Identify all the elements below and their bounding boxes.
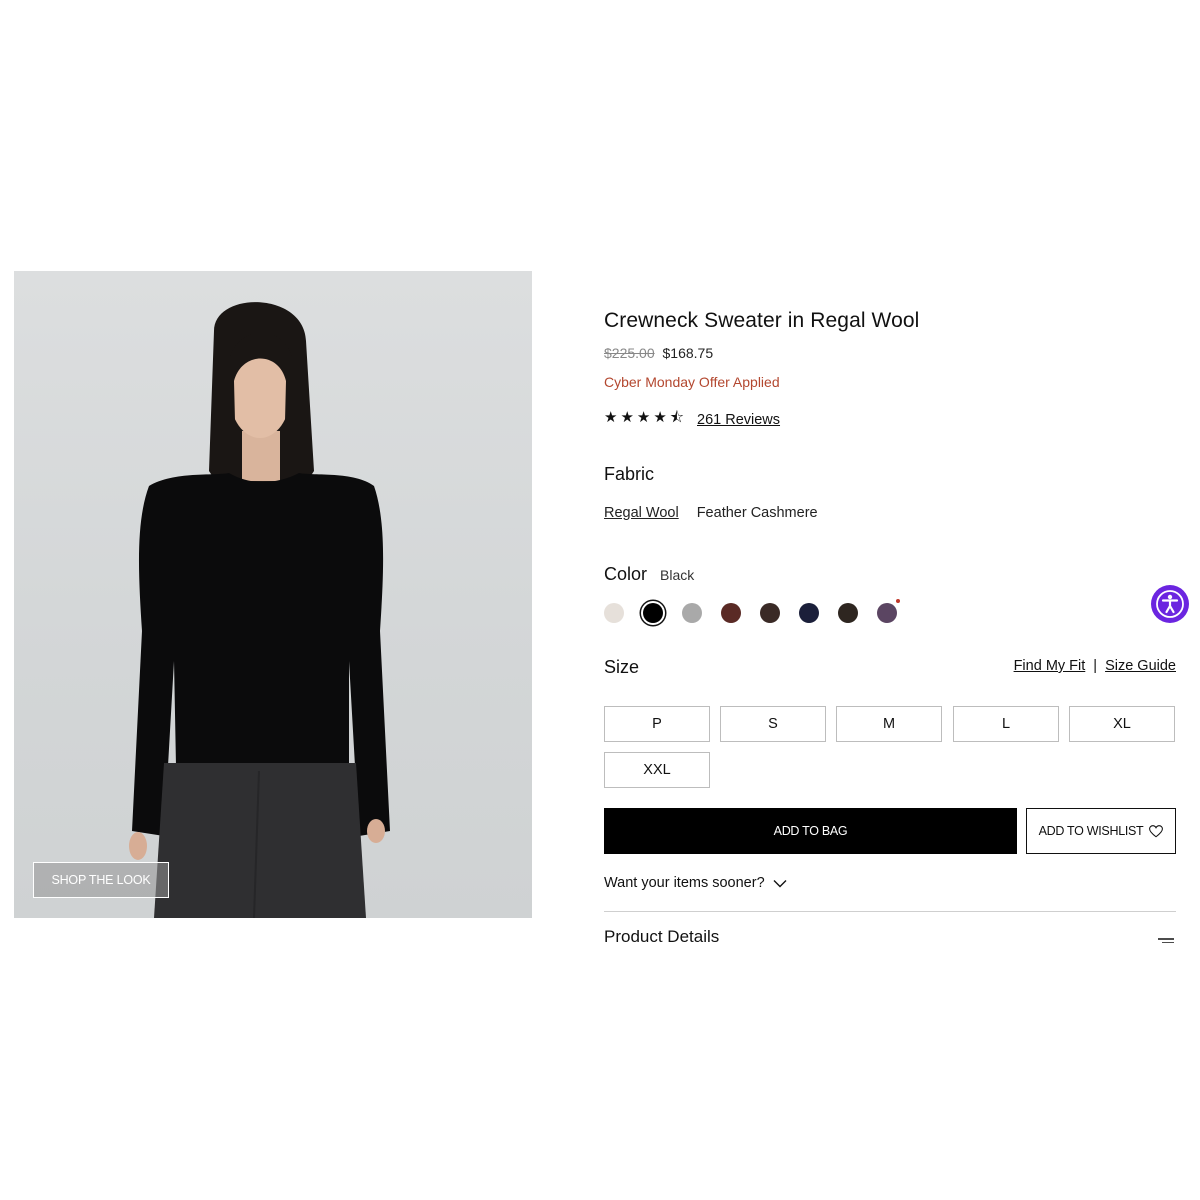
new-indicator-dot — [896, 599, 900, 603]
sale-price: $168.75 — [662, 345, 714, 361]
fit-links-separator: | — [1093, 658, 1098, 674]
original-price: $225.00 — [604, 345, 655, 361]
divider — [604, 911, 1176, 912]
color-swatch[interactable] — [604, 603, 624, 623]
shop-the-look-button[interactable]: SHOP THE LOOK — [33, 862, 169, 898]
product-details-label: Product Details — [604, 927, 720, 943]
color-swatch[interactable] — [682, 603, 702, 623]
size-option-xl[interactable]: XL — [1069, 706, 1175, 742]
heart-icon — [1149, 824, 1164, 837]
product-details-accordion[interactable]: Product Details — [604, 927, 1176, 943]
color-swatch[interactable] — [838, 603, 858, 623]
color-swatch[interactable] — [799, 603, 819, 623]
accessibility-button[interactable] — [1151, 585, 1189, 623]
model-illustration — [129, 302, 390, 918]
fabric-option-feather-cashmere[interactable]: Feather Cashmere — [697, 505, 818, 521]
add-to-wishlist-label: ADD TO WISHLIST — [1038, 824, 1144, 838]
add-to-wishlist-button[interactable]: ADD TO WISHLIST — [1026, 808, 1176, 854]
size-option-l[interactable]: L — [953, 706, 1059, 742]
selected-color-name: Black — [660, 567, 695, 583]
product-image[interactable] — [14, 271, 532, 918]
size-guide-link[interactable]: Size Guide — [1105, 658, 1176, 674]
product-title: Crewneck Sweater in Regal Wool — [604, 309, 920, 332]
expand-icon — [1158, 938, 1174, 943]
find-my-fit-link[interactable]: Find My Fit — [1014, 658, 1086, 674]
size-option-p[interactable]: P — [604, 706, 710, 742]
color-swatch[interactable] — [760, 603, 780, 623]
reviews-link[interactable]: 261 Reviews — [697, 412, 780, 428]
price-block: $225.00 $168.75 — [604, 345, 713, 361]
offer-text: Cyber Monday Offer Applied — [604, 374, 780, 390]
color-swatches — [604, 599, 900, 623]
fit-links: Find My Fit | Size Guide — [1014, 658, 1176, 674]
color-swatch[interactable] — [643, 603, 663, 623]
chevron-down-icon — [773, 879, 787, 887]
star-rating-icon: ★★★★⯪ — [604, 409, 687, 426]
size-option-s[interactable]: S — [720, 706, 826, 742]
size-option-xxl[interactable]: XXL — [604, 752, 710, 788]
add-to-bag-button[interactable]: ADD TO BAG — [604, 808, 1017, 854]
size-label: Size — [604, 657, 640, 677]
fabric-label: Fabric — [604, 464, 655, 484]
size-option-m[interactable]: M — [836, 706, 942, 742]
accessibility-icon — [1156, 590, 1184, 618]
rating: ★★★★⯪ 261 Reviews — [604, 407, 780, 432]
fabric-option-regal-wool[interactable]: Regal Wool — [604, 505, 679, 521]
color-label: Color — [604, 564, 648, 584]
fabric-options: Regal Wool Feather Cashmere — [604, 505, 818, 521]
want-sooner-label: Want your items sooner? — [604, 875, 765, 891]
color-swatch[interactable] — [721, 603, 741, 623]
color-swatch[interactable] — [877, 599, 900, 623]
want-sooner-toggle[interactable]: Want your items sooner? — [604, 875, 787, 891]
